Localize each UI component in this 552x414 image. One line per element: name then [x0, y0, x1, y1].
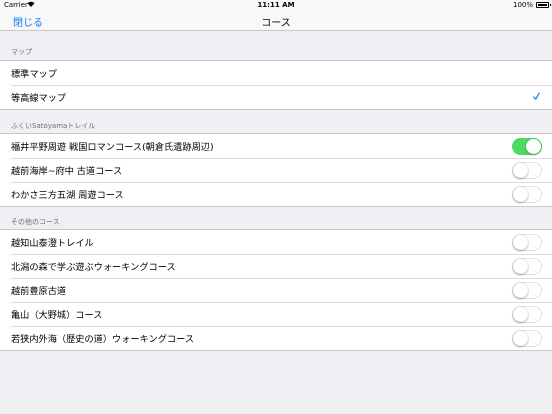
list-item-course: わかさ三方五湖 周遊コース [0, 182, 552, 206]
page-title: コース [261, 18, 291, 29]
course-toggle[interactable] [512, 258, 542, 275]
toggle-knob [526, 139, 541, 154]
course-toggle[interactable] [512, 330, 542, 347]
section-header-satoyama: ふくいSatoyamaトレイル [11, 122, 96, 130]
battery-percent: 100% [512, 1, 533, 9]
toggle-knob [513, 163, 528, 178]
row-label: 越前海岸~府中 古道コース [11, 166, 123, 177]
list-item-course: 亀山（大野城）コース [0, 302, 552, 326]
course-toggle[interactable] [512, 306, 542, 323]
map-group: 標準マップ 等高線マップ [0, 60, 552, 110]
row-label: 北潟の森で学ぶ遊ぶウォーキングコース [11, 262, 176, 273]
section-header-map: マップ [11, 48, 32, 56]
list-item-course: 越前豊原古道 [0, 278, 552, 302]
status-bar: Carrier 11:11 AM 100% [0, 0, 552, 11]
course-toggle[interactable] [512, 138, 542, 155]
toggle-knob [513, 331, 528, 346]
navigation-bar: 閉じる コース [0, 11, 552, 31]
course-toggle[interactable] [512, 162, 542, 179]
list-item-course: 北潟の森で学ぶ遊ぶウォーキングコース [0, 254, 552, 278]
toggle-knob [513, 307, 528, 322]
list-item-standard-map[interactable]: 標準マップ [0, 61, 552, 85]
course-toggle[interactable] [512, 186, 542, 203]
section-header-other: その他のコース [11, 218, 60, 226]
toggle-knob [513, 283, 528, 298]
list-item-course: 越前海岸~府中 古道コース [0, 158, 552, 182]
list-item-course: 若狭内外海（歴史の道）ウォーキングコース [0, 326, 552, 350]
toggle-knob [513, 235, 528, 250]
toggle-knob [513, 187, 528, 202]
course-toggle[interactable] [512, 282, 542, 299]
list-item-course: 越知山泰澄トレイル [0, 230, 552, 254]
checkmark-icon [533, 92, 540, 101]
battery-icon [536, 2, 551, 8]
satoyama-group: 福井平野周遊 戦国ロマンコース(朝倉氏遺跡周辺) 越前海岸~府中 古道コース わ… [0, 133, 552, 207]
row-label: 越知山泰澄トレイル [11, 238, 94, 249]
list-item-contour-map[interactable]: 等高線マップ [0, 85, 552, 109]
row-label: 亀山（大野城）コース [11, 310, 103, 321]
course-toggle[interactable] [512, 234, 542, 251]
row-label: 若狭内外海（歴史の道）ウォーキングコース [11, 334, 195, 345]
list-item-course: 福井平野周遊 戦国ロマンコース(朝倉氏遺跡周辺) [0, 134, 552, 158]
row-label: 等高線マップ [11, 93, 67, 104]
toggle-knob [513, 259, 528, 274]
row-label: 福井平野周遊 戦国ロマンコース(朝倉氏遺跡周辺) [11, 142, 214, 153]
other-courses-group: 越知山泰澄トレイル 北潟の森で学ぶ遊ぶウォーキングコース 越前豊原古道 亀山（大… [0, 229, 552, 351]
row-label: 標準マップ [11, 69, 57, 80]
status-time: 11:11 AM [257, 1, 295, 9]
row-label: わかさ三方五湖 周遊コース [11, 190, 124, 201]
row-label: 越前豊原古道 [11, 286, 67, 297]
